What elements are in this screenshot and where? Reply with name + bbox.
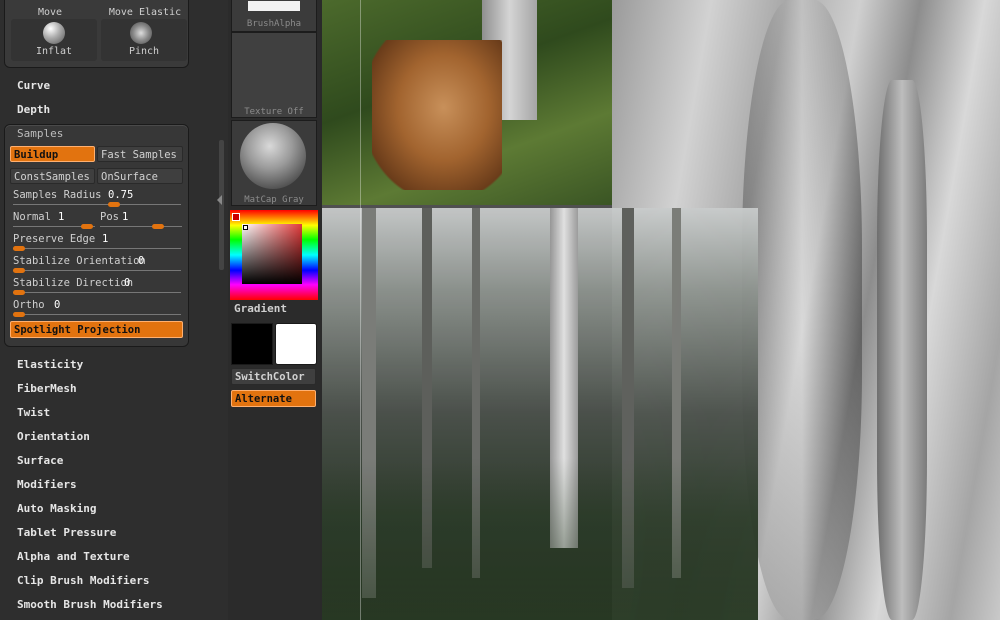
matcap-label: MatCap Gray <box>244 195 304 205</box>
fast-samples-button[interactable]: Fast Samples <box>97 146 183 162</box>
preserve-edge-knob[interactable] <box>13 246 25 251</box>
menu-fibermesh[interactable]: FiberMesh <box>17 382 77 395</box>
alternate-button[interactable]: Alternate <box>231 390 316 407</box>
spotlight-projection-button[interactable]: Spotlight Projection <box>10 321 183 338</box>
menu-clip-brush-modifiers[interactable]: Clip Brush Modifiers <box>17 574 149 587</box>
menu-elasticity[interactable]: Elasticity <box>17 358 83 371</box>
normal-label: Normal <box>13 211 51 223</box>
forest-undergrowth <box>322 458 758 620</box>
texture-material-column: BrushAlpha Texture Off MatCap Gray Gradi… <box>228 0 320 620</box>
samples-radius-slider[interactable]: Samples Radius 0.75 <box>10 188 183 208</box>
preserve-edge-label: Preserve Edge <box>13 233 96 245</box>
samples-radius-value: 0.75 <box>108 189 134 201</box>
pos-value: 1 <box>122 211 129 223</box>
ortho-value: 0 <box>54 299 61 311</box>
samples-radius-knob[interactable] <box>108 202 120 207</box>
ortho-slider[interactable]: Ortho 0 <box>10 298 183 318</box>
normal-slider[interactable]: Normal 1 <box>10 210 95 230</box>
const-samples-button[interactable]: ConstSamples <box>10 168 95 184</box>
brush-alpha-thumb[interactable]: BrushAlpha <box>231 0 317 32</box>
preserve-edge-track <box>13 248 181 249</box>
samples-radius-track <box>13 204 181 205</box>
stabilize-direction-knob[interactable] <box>13 290 25 295</box>
panel-scrollbar[interactable] <box>219 140 224 270</box>
brush-inflat-label: Inflat <box>35 46 73 57</box>
samples-radius-label: Samples Radius <box>13 189 102 201</box>
preserve-edge-value: 1 <box>102 233 109 245</box>
matcap-thumb[interactable]: MatCap Gray <box>231 120 317 206</box>
pos-track <box>100 226 182 227</box>
gradient-label[interactable]: Gradient <box>234 302 287 315</box>
menu-depth[interactable]: Depth <box>17 103 50 116</box>
mushroom-cluster <box>372 40 502 190</box>
samples-subpalette: Samples Buildup Fast Samples ConstSample… <box>4 124 189 347</box>
menu-auto-masking[interactable]: Auto Masking <box>17 502 96 515</box>
brush-move-label[interactable]: Move <box>15 7 85 18</box>
pos-label: Pos <box>100 211 119 223</box>
saturation-value-square[interactable] <box>242 224 302 284</box>
menu-alpha-and-texture[interactable]: Alpha and Texture <box>17 550 130 563</box>
texture-thumb[interactable]: Texture Off <box>231 32 317 118</box>
brush-icons-box: Move Move Elastic Inflat Pinch <box>4 0 189 68</box>
preserve-edge-slider[interactable]: Preserve Edge 1 <box>10 232 183 252</box>
inflat-brush-icon <box>43 22 65 44</box>
pos-slider[interactable]: Pos 1 <box>97 210 183 230</box>
forest-photo <box>322 208 758 620</box>
menu-smooth-brush-modifiers[interactable]: Smooth Brush Modifiers <box>17 598 163 611</box>
menu-tablet-pressure[interactable]: Tablet Pressure <box>17 526 116 539</box>
primary-color-swatch[interactable] <box>231 323 273 365</box>
menu-modifiers[interactable]: Modifiers <box>17 478 77 491</box>
stabilize-orientation-slider[interactable]: Stabilize Orientation 0 <box>10 254 183 274</box>
brush-move-elastic-label[interactable]: Move Elastic <box>105 7 185 18</box>
texture-off-label: Texture Off <box>244 107 304 117</box>
brush-pinch-button[interactable]: Pinch <box>101 19 187 61</box>
pinch-brush-icon <box>130 22 152 44</box>
color-picker[interactable] <box>230 210 318 300</box>
menu-twist[interactable]: Twist <box>17 406 50 419</box>
stabilize-direction-slider[interactable]: Stabilize Direction 0 <box>10 276 183 296</box>
sculpt-fold <box>742 0 862 620</box>
buildup-button[interactable]: Buildup <box>10 146 95 162</box>
brush-alpha-label: BrushAlpha <box>246 19 302 29</box>
menu-surface[interactable]: Surface <box>17 454 63 467</box>
stabilize-direction-label: Stabilize Direction <box>13 277 134 289</box>
brush-inflat-button[interactable]: Inflat <box>11 19 97 61</box>
stabilize-orientation-track <box>13 270 181 271</box>
stabilize-direction-track <box>13 292 181 293</box>
collapse-arrow-icon[interactable] <box>217 195 222 205</box>
ortho-track <box>13 314 181 315</box>
stabilize-orientation-value: 0 <box>138 255 145 267</box>
normal-value: 1 <box>58 211 65 223</box>
color-cursor-icon[interactable] <box>232 213 240 221</box>
stabilize-orientation-knob[interactable] <box>13 268 25 273</box>
menu-curve[interactable]: Curve <box>17 79 50 92</box>
stabilize-direction-value: 0 <box>124 277 131 289</box>
pos-knob[interactable] <box>152 224 164 229</box>
ortho-knob[interactable] <box>13 312 25 317</box>
secondary-color-swatch[interactable] <box>275 323 317 365</box>
samples-title[interactable]: Samples <box>17 127 63 140</box>
alpha-preview <box>248 1 300 11</box>
sv-cursor-icon[interactable] <box>243 225 248 230</box>
matcap-sphere-icon <box>240 123 306 189</box>
sculpt-ridge <box>877 80 927 620</box>
on-surface-button[interactable]: OnSurface <box>97 168 183 184</box>
ortho-label: Ortho <box>13 299 45 311</box>
switch-color-button[interactable]: SwitchColor <box>231 368 316 385</box>
document-canvas[interactable] <box>322 0 1000 620</box>
mushroom-photo <box>322 0 612 205</box>
menu-orientation[interactable]: Orientation <box>17 430 90 443</box>
guide-line <box>360 0 361 620</box>
normal-knob[interactable] <box>81 224 93 229</box>
brush-pinch-label: Pinch <box>128 46 160 57</box>
brush-palette: Move Move Elastic Inflat Pinch Curve Dep… <box>0 0 228 620</box>
stabilize-orientation-label: Stabilize Orientation <box>13 255 146 267</box>
